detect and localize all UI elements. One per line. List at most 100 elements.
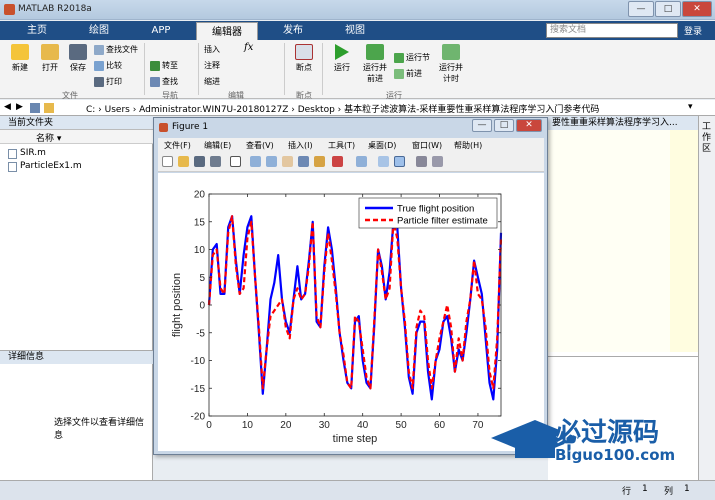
insert-button[interactable]: 插入	[204, 44, 220, 55]
details-title: 详细信息	[0, 351, 153, 364]
minimize-button[interactable]: —	[628, 1, 654, 17]
tab-view[interactable]: 视图	[324, 21, 386, 40]
close-button[interactable]: ✕	[682, 1, 712, 17]
current-folder-panel: 当前文件夹 名称 ▾ SIR.m ParticleEx1.m	[0, 116, 153, 350]
goto-button[interactable]: 转至	[150, 60, 178, 71]
run-and-time-button[interactable]: 运行并计时	[436, 44, 466, 84]
zoom-in-icon[interactable]	[250, 156, 261, 167]
forward-arrow-icon[interactable]: ▶	[16, 102, 23, 112]
print-button[interactable]: 打印	[94, 76, 122, 87]
open-button[interactable]: 打开	[36, 44, 64, 73]
signin-link[interactable]: 登录	[684, 24, 702, 37]
comment-button[interactable]: 注释	[204, 60, 220, 71]
save-icon	[69, 44, 87, 60]
figure-minimize-button[interactable]: —	[472, 119, 492, 132]
rotate-icon[interactable]	[298, 156, 309, 167]
print-figure-icon[interactable]	[210, 156, 221, 167]
tab-home[interactable]: 主页	[6, 21, 68, 40]
back-arrow-icon[interactable]: ◀	[4, 102, 11, 112]
matlab-logo-icon	[4, 4, 15, 15]
tab-editor[interactable]: 编辑器	[196, 22, 258, 40]
flight-position-chart: 0 10 20 30 40 50 60 70 -20 -15 -10 -5 0 5 10 15 20 time s…	[171, 190, 503, 445]
legend-icon[interactable]	[394, 156, 405, 167]
menu-file[interactable]: 文件(F)	[164, 140, 191, 151]
goto-icon	[150, 60, 160, 71]
menu-window[interactable]: 窗口(W)	[412, 140, 442, 151]
toolstrip: 新建 打开 保存 查找文件 比较 打印 文件 转至 查找 导航 插入 fx 注释…	[0, 40, 715, 100]
find-files-button[interactable]: 查找文件	[94, 44, 138, 55]
y-tick-label: 20	[194, 190, 206, 201]
y-tick-label: -10	[191, 356, 206, 367]
watermark-text: 必过源码	[555, 418, 660, 448]
menu-insert[interactable]: 插入(I)	[288, 140, 313, 151]
x-tick-label: 50	[396, 420, 408, 431]
breakpoints-button[interactable]: 断点	[290, 44, 318, 73]
hide-plot-tools-icon[interactable]	[416, 156, 427, 167]
search-docs-input[interactable]: 搜索文档	[546, 23, 678, 38]
workspace-label: 工作区	[702, 122, 712, 154]
data-cursor-icon[interactable]	[314, 156, 325, 167]
save-button[interactable]: 保存	[64, 44, 92, 73]
tab-plots[interactable]: 绘图	[68, 21, 130, 40]
run-advance-icon	[366, 44, 384, 60]
browse-folder-icon[interactable]	[44, 103, 54, 113]
figure-title: Figure 1	[172, 122, 209, 132]
file-particleex1[interactable]: ParticleEx1.m	[8, 161, 82, 172]
menu-desktop[interactable]: 桌面(D)	[368, 140, 396, 151]
brush-icon[interactable]	[332, 156, 343, 167]
run-section-button[interactable]: 运行节	[394, 52, 430, 63]
tab-publish[interactable]: 发布	[262, 21, 324, 40]
figure-window[interactable]: Figure 1 — □ ✕ 文件(F) 编辑(E) 查看(V) 插入(I) 工…	[153, 117, 548, 455]
find-button[interactable]: 查找	[150, 76, 178, 87]
title-bar: MATLAB R2018a — □ ✕	[0, 0, 715, 20]
x-tick-label: 60	[434, 420, 446, 431]
pointer-icon[interactable]	[230, 156, 241, 167]
figure-title-bar[interactable]: Figure 1 — □ ✕	[154, 118, 547, 136]
x-tick-label: 20	[280, 420, 292, 431]
editor-tab[interactable]: 要性重重采样算法程序学习入...	[548, 116, 698, 130]
figure-close-button[interactable]: ✕	[516, 119, 542, 132]
figure-logo-icon	[159, 123, 168, 132]
graduation-cap-base	[515, 442, 555, 458]
new-button[interactable]: 新建	[6, 44, 34, 73]
fx-button[interactable]: fx	[244, 42, 253, 53]
show-plot-tools-icon[interactable]	[432, 156, 443, 167]
current-path[interactable]: C: › Users › Administrator.WIN7U-2018012…	[86, 102, 599, 115]
window-title: MATLAB R2018a	[18, 4, 92, 14]
menu-help[interactable]: 帮助(H)	[454, 140, 482, 151]
path-dropdown-icon[interactable]: ▾	[688, 102, 693, 112]
m-file-icon	[8, 162, 17, 172]
zoom-out-icon[interactable]	[266, 156, 277, 167]
breakpoint-icon	[295, 44, 313, 60]
editor-body[interactable]	[548, 130, 670, 352]
run-advance-button[interactable]: 运行并前进	[360, 44, 390, 84]
details-panel: 详细信息 选择文件以查看详细信息	[0, 350, 153, 480]
menu-view[interactable]: 查看(V)	[246, 140, 274, 151]
menu-edit[interactable]: 编辑(E)	[204, 140, 231, 151]
advance-button[interactable]: 前进	[394, 68, 422, 79]
column-header[interactable]: 名称 ▾	[0, 130, 153, 144]
up-folder-icon[interactable]	[30, 103, 40, 113]
row-label: 行	[622, 487, 632, 497]
figure-maximize-button[interactable]: □	[494, 119, 514, 132]
y-tick-label: 5	[199, 273, 205, 284]
link-plot-icon[interactable]	[356, 156, 367, 167]
plot-area: 0 10 20 30 40 50 60 70 -20 -15 -10 -5 0 5 10 15 20 time s…	[158, 173, 544, 451]
x-tick-label: 40	[357, 420, 369, 431]
details-hint: 选择文件以查看详细信息	[54, 418, 145, 441]
new-figure-icon[interactable]	[162, 156, 173, 167]
indent-button[interactable]: 缩进	[204, 76, 220, 87]
open-file-icon[interactable]	[178, 156, 189, 167]
file-sir[interactable]: SIR.m	[8, 148, 46, 159]
watermark-url: Biguo100.com	[555, 446, 676, 464]
pan-hand-icon[interactable]	[282, 156, 293, 167]
tab-apps[interactable]: APP	[130, 21, 192, 40]
run-button[interactable]: 运行	[328, 44, 356, 73]
save-figure-icon[interactable]	[194, 156, 205, 167]
menu-tools[interactable]: 工具(T)	[328, 140, 355, 151]
colorbar-icon[interactable]	[378, 156, 389, 167]
compare-button[interactable]: 比较	[94, 60, 122, 71]
x-tick-label: 30	[319, 420, 331, 431]
y-tick-label: -20	[191, 412, 206, 423]
maximize-button[interactable]: □	[655, 1, 681, 17]
